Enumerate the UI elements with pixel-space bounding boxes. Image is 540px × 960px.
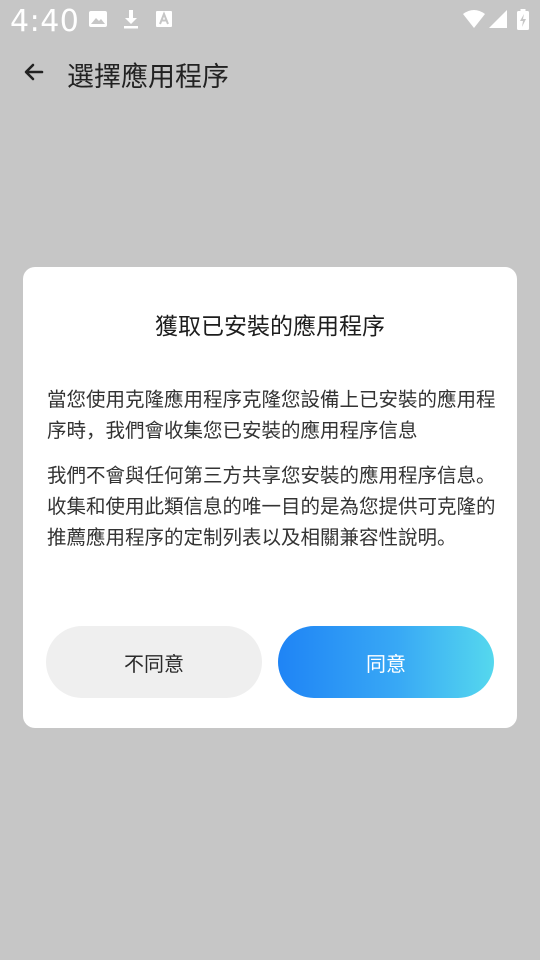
download-icon bbox=[121, 9, 141, 29]
arrow-left-icon bbox=[22, 60, 46, 88]
status-time: 4:40 bbox=[10, 4, 80, 39]
image-icon bbox=[88, 9, 108, 29]
app-bar: 選擇應用程序 bbox=[0, 44, 540, 108]
battery-charging-icon bbox=[516, 9, 530, 30]
keyboard-a-icon bbox=[155, 9, 175, 29]
wifi-icon bbox=[462, 9, 486, 29]
dialog-paragraph-2: 我們不會與任何第三方共享您安裝的應用程序信息。 收集和使用此類信息的唯一目的是為… bbox=[47, 464, 496, 549]
page-title: 選擇應用程序 bbox=[67, 62, 229, 93]
agree-button[interactable]: 同意 bbox=[278, 626, 494, 698]
dialog-title: 獲取已安裝的應用程序 bbox=[155, 314, 385, 340]
back-button[interactable] bbox=[12, 52, 56, 96]
status-bar: 4:40 bbox=[0, 0, 540, 44]
permission-dialog: 獲取已安裝的應用程序 當您使用克隆應用程序克隆您設備上已安裝的應用程序時，我們會… bbox=[23, 267, 517, 728]
dialog-paragraph-1: 當您使用克隆應用程序克隆您設備上已安裝的應用程序時，我們會收集您已安裝的應用程序… bbox=[47, 388, 496, 442]
signal-icon bbox=[488, 9, 508, 29]
disagree-button[interactable]: 不同意 bbox=[46, 626, 262, 698]
